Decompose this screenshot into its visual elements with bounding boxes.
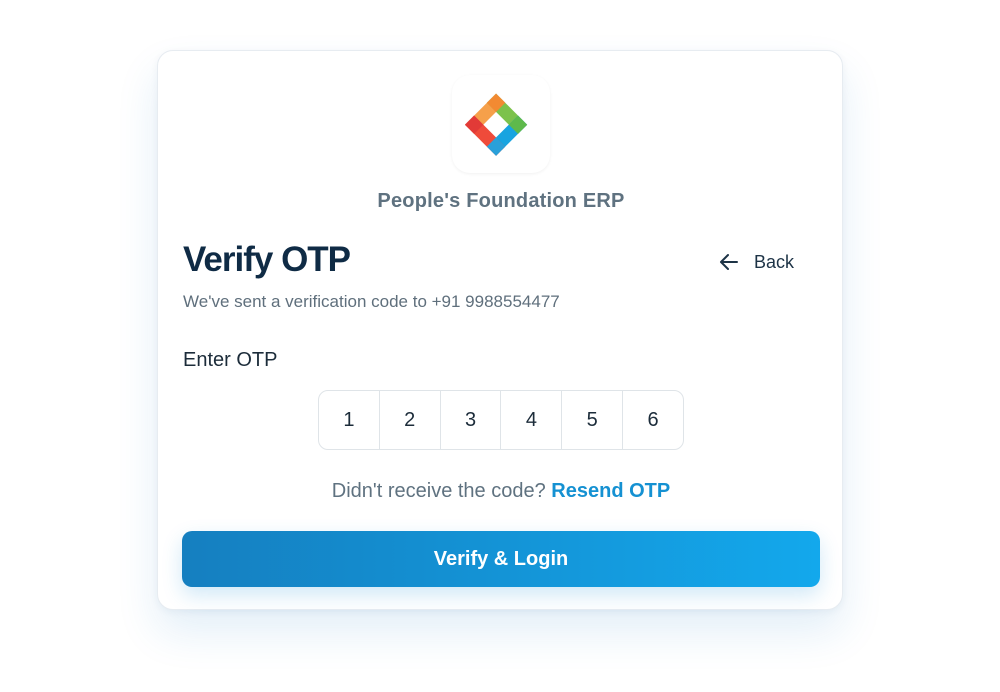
- otp-digit-5[interactable]: [562, 391, 624, 449]
- verify-login-button[interactable]: Verify & Login: [182, 531, 820, 587]
- resend-prompt: Didn't receive the code?: [331, 480, 546, 502]
- otp-card: People's Foundation ERP Verify OTP Back …: [157, 50, 843, 610]
- resend-row: Didn't receive the code? Resend OTP: [158, 480, 844, 503]
- otp-digit-6[interactable]: [623, 391, 683, 449]
- otp-digit-3[interactable]: [440, 391, 502, 449]
- otp-input-group: [318, 390, 684, 450]
- verification-message: We've sent a verification code to +91 99…: [183, 292, 560, 311]
- otp-label: Enter OTP: [183, 349, 278, 371]
- arrow-left-icon: [718, 251, 740, 273]
- page: People's Foundation ERP Verify OTP Back …: [0, 0, 1000, 692]
- otp-digit-1[interactable]: [319, 391, 380, 449]
- page-title: Verify OTP: [183, 240, 351, 279]
- resend-otp-link[interactable]: Resend OTP: [551, 480, 670, 502]
- organization-name: People's Foundation ERP: [377, 190, 625, 212]
- app-logo: [452, 75, 550, 173]
- otp-digit-4[interactable]: [501, 391, 563, 449]
- otp-digit-2[interactable]: [379, 391, 441, 449]
- colorful-logo-icon: [464, 93, 528, 156]
- back-button[interactable]: Back: [718, 247, 794, 277]
- back-label: Back: [754, 251, 795, 272]
